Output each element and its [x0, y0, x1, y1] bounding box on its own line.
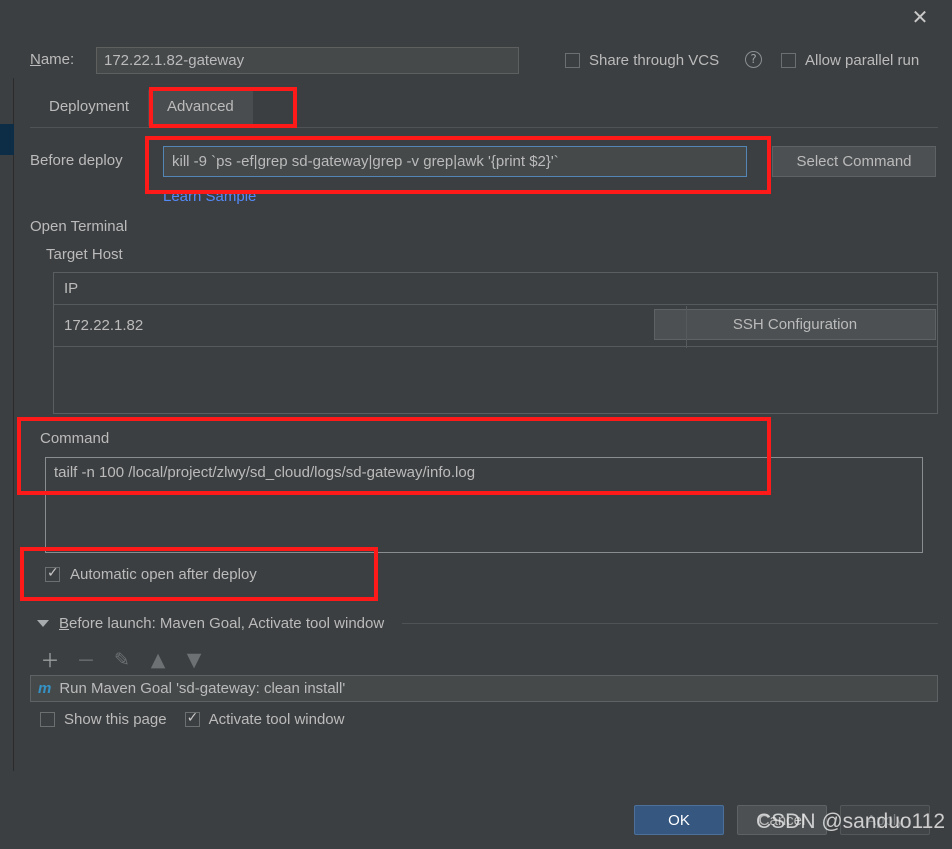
target-host-label: Target Host [46, 246, 123, 263]
before-launch-toolbar: ＋ － ✎ ▲ ▼ [38, 646, 206, 673]
allow-parallel-run-checkbox[interactable]: Allow parallel run [781, 52, 919, 69]
tab-bar: Deployment Advanced [30, 90, 253, 126]
help-icon[interactable]: ? [745, 51, 762, 68]
command-label: Command [40, 430, 110, 447]
close-icon[interactable]: ✕ [904, 2, 936, 32]
apply-button[interactable]: Apply [840, 805, 930, 835]
learn-sample-link[interactable]: Learn Sample [163, 188, 256, 205]
automatic-open-box[interactable] [45, 565, 60, 582]
name-input[interactable] [96, 47, 519, 74]
allow-parallel-run-label: Allow parallel run [805, 52, 920, 69]
list-item-label: Run Maven Goal 'sd-gateway: clean instal… [59, 680, 346, 697]
name-label: Name: [30, 51, 74, 68]
edit-icon[interactable]: ✎ [110, 649, 134, 671]
cell-ip: 172.22.1.82 [64, 317, 144, 334]
table-row[interactable]: 172.22.1.82 SSH Configuration [54, 305, 937, 347]
left-rail-selected-item[interactable] [0, 124, 14, 155]
move-down-icon[interactable]: ▼ [182, 649, 206, 671]
name-label-mnemonic: N [30, 51, 41, 68]
before-launch-header[interactable]: Before launch: Maven Goal, Activate tool… [37, 615, 938, 632]
move-up-icon[interactable]: ▲ [146, 649, 170, 671]
show-this-page-label: Show this page [64, 711, 167, 728]
before-deploy-input[interactable] [163, 146, 747, 177]
tab-advanced[interactable]: Advanced [148, 90, 253, 126]
before-launch-title: Before launch: Maven Goal, Activate tool… [59, 615, 385, 632]
automatic-open-label: Automatic open after deploy [70, 566, 257, 583]
activate-tool-window-box[interactable] [184, 710, 200, 727]
dialog-footer: OK Cancel Apply [0, 805, 952, 849]
tab-divider [30, 127, 938, 128]
before-launch-rule [402, 623, 938, 624]
chevron-down-icon[interactable] [37, 620, 49, 627]
tab-deployment[interactable]: Deployment [30, 90, 148, 126]
share-through-vcs-box[interactable] [565, 53, 580, 68]
show-this-page-box[interactable] [40, 712, 55, 727]
ok-button[interactable]: OK [634, 805, 724, 835]
add-icon[interactable]: ＋ [38, 646, 62, 673]
ssh-configuration-button[interactable]: SSH Configuration [654, 309, 936, 340]
maven-icon: m [38, 680, 52, 697]
list-item[interactable]: m Run Maven Goal 'sd-gateway: clean inst… [30, 675, 938, 702]
table-column-divider [686, 306, 687, 348]
remove-icon[interactable]: － [74, 646, 98, 673]
cancel-button[interactable]: Cancel [737, 805, 827, 835]
activate-tool-window-checkbox[interactable]: Activate tool window [184, 710, 345, 728]
left-rail [0, 78, 14, 771]
activate-tool-window-label: Activate tool window [208, 711, 345, 728]
target-host-table: IP 172.22.1.82 SSH Configuration [53, 272, 938, 414]
show-this-page-checkbox[interactable]: Show this page [40, 711, 167, 728]
before-deploy-label: Before deploy [30, 152, 123, 169]
automatic-open-after-deploy-checkbox[interactable]: Automatic open after deploy [45, 565, 257, 583]
command-textarea[interactable]: tailf -n 100 /local/project/zlwy/sd_clou… [45, 457, 923, 553]
before-launch-options: Show this page Activate tool window [40, 710, 352, 728]
select-command-button[interactable]: Select Command [772, 146, 936, 177]
table-header-ip: IP [54, 273, 937, 305]
open-terminal-section-label: Open Terminal [30, 218, 128, 235]
name-label-rest: ame: [40, 51, 75, 68]
share-through-vcs-checkbox[interactable]: Share through VCS [565, 52, 719, 69]
share-through-vcs-label: Share through VCS [589, 52, 720, 69]
allow-parallel-run-box[interactable] [781, 53, 796, 68]
